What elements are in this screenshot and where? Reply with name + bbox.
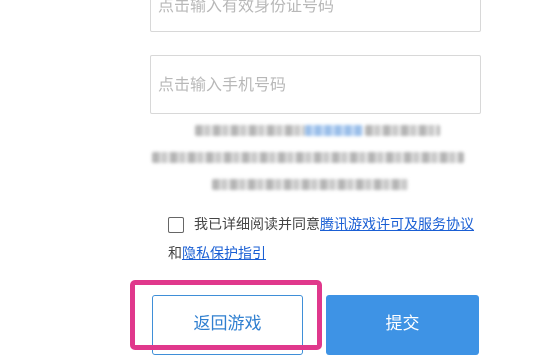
privacy-link[interactable]: 隐私保护指引 [182,246,266,262]
submit-button[interactable]: 提交 [326,295,479,355]
blurred-notice-text [150,115,481,205]
id-number-input[interactable] [158,0,480,15]
phone-number-field[interactable] [150,55,481,114]
agreement-prefix: 我已详细阅读并同意 [194,217,320,233]
agree-checkbox[interactable] [168,217,184,233]
phone-number-input[interactable] [158,75,480,94]
agreement-text-line2: 和隐私保护指引 [168,243,266,263]
agreement-conjunction: 和 [168,246,182,262]
id-number-field[interactable] [150,0,481,32]
terms-link[interactable]: 腾讯游戏许可及服务协议 [320,217,474,233]
agreement-text: 我已详细阅读并同意腾讯游戏许可及服务协议 [194,214,474,234]
